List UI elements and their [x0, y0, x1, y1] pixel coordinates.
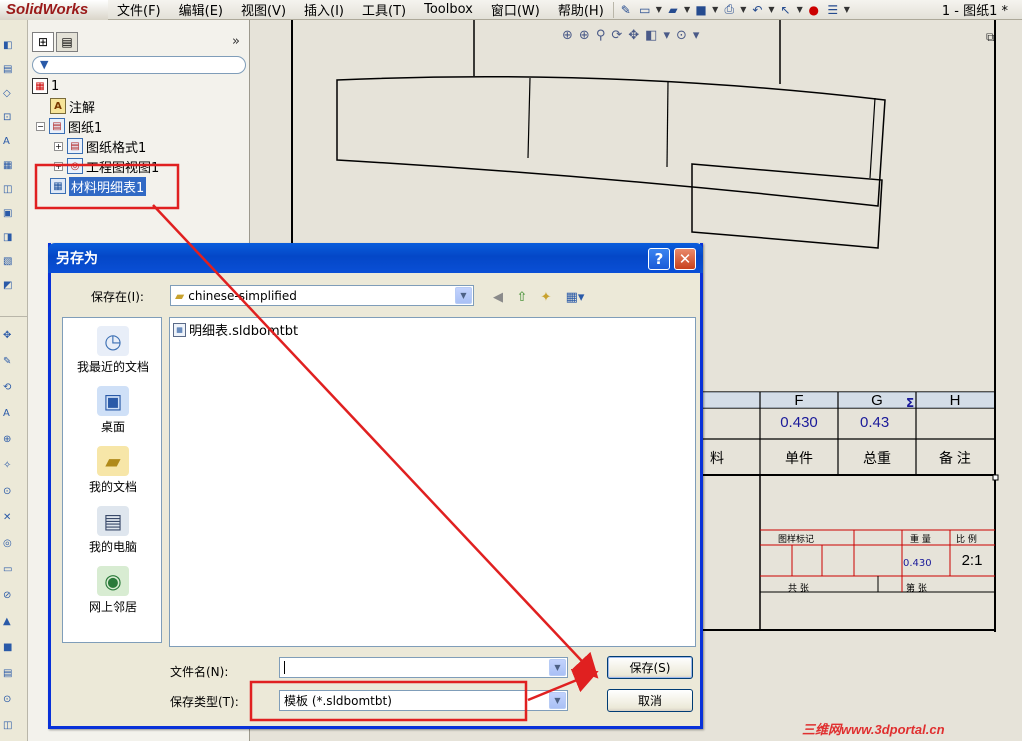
tutorial-annotation-overlay [34, 163, 599, 722]
annotation-arrow [152, 204, 599, 679]
annotation-arrow [527, 669, 599, 702]
highlight-box [249, 680, 528, 722]
site-watermark: 三维网www.3dportal.cn [802, 722, 945, 737]
highlight-box [34, 163, 180, 210]
